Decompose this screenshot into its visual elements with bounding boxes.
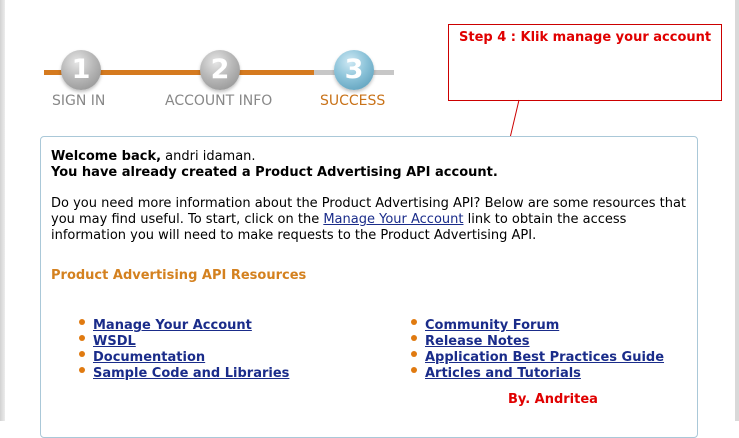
account-created-message: You have already created a Product Adver…: [51, 165, 498, 180]
list-item: Release Notes: [411, 330, 664, 349]
step-2-label: ACCOUNT INFO: [165, 93, 273, 109]
step-3-circle: 3: [334, 50, 374, 90]
welcome-message: Welcome back, andri idaman. You have alr…: [51, 149, 498, 181]
step-2-circle: 2: [200, 50, 240, 90]
resources-heading: Product Advertising API Resources: [51, 268, 307, 283]
info-paragraph: Do you need more information about the P…: [51, 196, 691, 244]
list-item: Sample Code and Libraries: [79, 362, 289, 381]
sample-code-link[interactable]: Sample Code and Libraries: [93, 366, 289, 381]
step-3-label: SUCCESS: [320, 93, 386, 109]
welcome-prefix: Welcome back,: [51, 149, 162, 164]
list-item: WSDL: [79, 330, 289, 349]
content-panel: Welcome back, andri idaman. You have alr…: [40, 136, 698, 438]
list-item: Manage Your Account: [79, 314, 289, 333]
resources-list-right: Community Forum Release Notes Applicatio…: [411, 314, 664, 381]
articles-tutorials-link[interactable]: Articles and Tutorials: [425, 366, 581, 381]
manage-account-inline-link[interactable]: Manage Your Account: [323, 212, 463, 227]
list-item: Community Forum: [411, 314, 664, 333]
bullet-icon: [79, 335, 85, 341]
list-item: Documentation: [79, 346, 289, 365]
list-item: Articles and Tutorials: [411, 362, 664, 381]
resources-list-left: Manage Your Account WSDL Documentation S…: [79, 314, 289, 381]
bullet-icon: [411, 367, 417, 373]
bullet-icon: [79, 351, 85, 357]
annotation-callout-text: Step 4 : Klik manage your account: [459, 30, 712, 45]
author-byline: By. Andritea: [508, 392, 598, 407]
bullet-icon: [79, 367, 85, 373]
bullet-icon: [79, 319, 85, 325]
bullet-icon: [411, 351, 417, 357]
bullet-icon: [411, 335, 417, 341]
annotation-callout: Step 4 : Klik manage your account: [448, 24, 722, 101]
step-1-label: SIGN IN: [52, 93, 106, 109]
welcome-user-name: andri idaman.: [161, 149, 256, 164]
window-frame-right: [735, 0, 739, 421]
list-item: Application Best Practices Guide: [411, 346, 664, 365]
window-frame-left: [0, 0, 5, 421]
step-1-circle: 1: [61, 50, 101, 90]
bullet-icon: [411, 319, 417, 325]
